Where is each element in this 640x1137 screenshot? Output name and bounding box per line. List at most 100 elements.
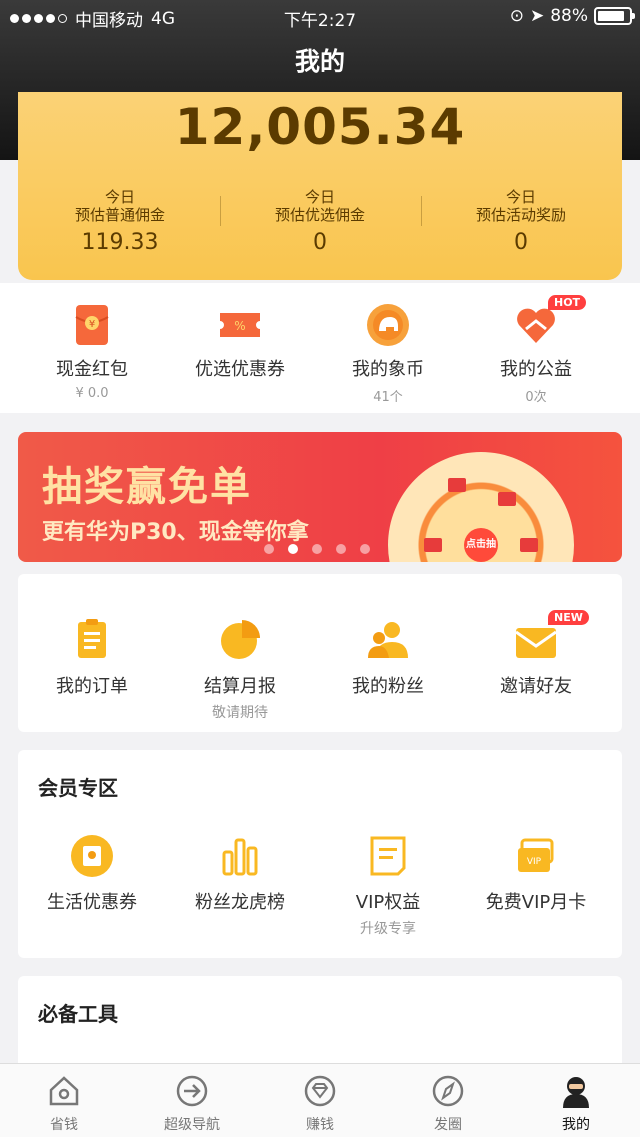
bar-rank-icon bbox=[218, 834, 262, 878]
member-card: 会员专区 生活优惠券 粉丝龙虎榜 VIP权益 升级专享 VIP 免费VIP月卡 bbox=[18, 750, 622, 958]
item-label: 粉丝龙虎榜 bbox=[195, 892, 285, 913]
earnings-col-value: 0 bbox=[313, 230, 327, 255]
svg-text:%: % bbox=[234, 319, 245, 333]
section-title: 会员专区 bbox=[38, 776, 118, 800]
prize-segment bbox=[520, 538, 538, 552]
earnings-col-line1: 今日 bbox=[304, 188, 335, 206]
earnings-col-line2: 预估活动奖励 bbox=[475, 206, 566, 224]
quick-label: 我的象币 bbox=[352, 359, 424, 380]
heart-hand-icon: HOT bbox=[514, 295, 587, 347]
quick-sub: 41个 bbox=[373, 390, 403, 405]
elephant-coin-icon bbox=[366, 303, 410, 347]
tab-label: 省钱 bbox=[50, 1117, 78, 1133]
pie-chart-icon bbox=[218, 618, 262, 662]
quick-coupon[interactable]: % 优选优惠券 bbox=[166, 297, 314, 381]
earnings-col-value: 119.33 bbox=[81, 230, 159, 255]
quick-sub: ¥ 0.0 bbox=[75, 386, 109, 401]
earnings-col-activity[interactable]: 今日 预估活动奖励 0 bbox=[421, 188, 621, 255]
life-coupon[interactable]: 生活优惠券 bbox=[18, 834, 166, 914]
tab-label: 赚钱 bbox=[306, 1117, 334, 1133]
tab-label: 超级导航 bbox=[164, 1117, 220, 1133]
tab-navigation[interactable]: 超级导航 bbox=[128, 1074, 256, 1134]
item-label: 邀请好友 bbox=[500, 676, 572, 697]
quick-charity[interactable]: HOT 我的公益 0次 bbox=[462, 295, 610, 405]
earnings-col-value: 0 bbox=[514, 230, 528, 255]
pager-dot[interactable] bbox=[336, 544, 346, 554]
status-bar: 中国移动 4G 下午2:27 ⊙ ➤ 88% bbox=[0, 0, 640, 34]
tools-card: 必备工具 bbox=[18, 976, 622, 1076]
item-sub: 升级专享 bbox=[360, 921, 416, 937]
invite-friends[interactable]: NEW 邀请好友 bbox=[462, 610, 610, 698]
vip-card-icon: VIP bbox=[514, 834, 558, 878]
banner-pager bbox=[264, 544, 370, 554]
tab-label: 发圈 bbox=[434, 1117, 462, 1133]
pager-dot-active[interactable] bbox=[288, 544, 298, 554]
quick-sub: 0次 bbox=[525, 390, 547, 405]
monthly-report[interactable]: 结算月报 敬请期待 bbox=[166, 618, 314, 722]
prize-segment bbox=[448, 478, 466, 492]
tab-earn[interactable]: 赚钱 bbox=[256, 1074, 384, 1134]
item-label: 免费VIP月卡 bbox=[485, 892, 587, 913]
avatar-icon bbox=[559, 1074, 593, 1108]
pager-dot[interactable] bbox=[360, 544, 370, 554]
earnings-card[interactable]: 12,005.34 今日 预估普通佣金 119.33 今日 预估优选佣金 0 今… bbox=[18, 92, 622, 280]
tab-save[interactable]: 省钱 bbox=[0, 1074, 128, 1134]
svg-text:VIP: VIP bbox=[527, 857, 542, 867]
diamond-icon bbox=[303, 1074, 337, 1108]
svg-text:¥: ¥ bbox=[89, 319, 95, 330]
page-title: 我的 bbox=[294, 47, 345, 76]
prize-segment bbox=[498, 492, 516, 506]
invite-envelope-icon: NEW bbox=[514, 610, 589, 662]
earnings-col-line2: 预估普通佣金 bbox=[74, 206, 165, 224]
arrow-circle-icon bbox=[175, 1074, 209, 1108]
lottery-banner[interactable]: 抽奖赢免单 更有华为P30、现金等你拿 点击抽奖 bbox=[18, 432, 622, 562]
coupon-icon: % bbox=[218, 303, 262, 347]
item-sub: 敬请期待 bbox=[212, 705, 268, 721]
quick-cash-envelope[interactable]: ¥ 现金红包 ¥ 0.0 bbox=[18, 297, 166, 401]
lottery-wheel-icon: 点击抽奖 bbox=[388, 452, 574, 562]
earnings-col-line1: 今日 bbox=[104, 188, 135, 206]
earnings-col-preferred[interactable]: 今日 预估优选佣金 0 bbox=[220, 188, 420, 255]
new-badge: NEW bbox=[548, 610, 589, 625]
my-fans[interactable]: 我的粉丝 bbox=[314, 618, 462, 698]
pager-dot[interactable] bbox=[264, 544, 274, 554]
quick-label: 优选优惠券 bbox=[195, 359, 285, 380]
tab-moments[interactable]: 发圈 bbox=[384, 1074, 512, 1134]
compass-icon bbox=[431, 1074, 465, 1108]
vip-doc-icon bbox=[366, 834, 410, 878]
pager-dot[interactable] bbox=[312, 544, 322, 554]
quick-label: 现金红包 bbox=[56, 359, 128, 380]
section-title: 必备工具 bbox=[38, 1002, 118, 1026]
life-coupon-icon bbox=[70, 834, 114, 878]
earnings-col-normal[interactable]: 今日 预估普通佣金 119.33 bbox=[20, 188, 220, 255]
earnings-col-line2: 预估优选佣金 bbox=[274, 206, 365, 224]
quick-actions: ¥ 现金红包 ¥ 0.0 % 优选优惠券 我的象币 41个 HOT 我的公益 0… bbox=[0, 283, 640, 413]
item-label: 我的订单 bbox=[56, 676, 128, 697]
my-orders[interactable]: 我的订单 bbox=[18, 618, 166, 698]
red-envelope-icon: ¥ bbox=[70, 303, 114, 347]
banner-subtitle: 更有华为P30、现金等你拿 bbox=[42, 520, 309, 545]
quick-label: 我的公益 bbox=[500, 359, 572, 380]
prize-segment bbox=[424, 538, 442, 552]
battery-percent: 88% bbox=[550, 6, 588, 26]
home-icon bbox=[47, 1074, 81, 1108]
fans-icon bbox=[366, 618, 410, 662]
earnings-col-line1: 今日 bbox=[505, 188, 536, 206]
tab-label: 我的 bbox=[562, 1117, 590, 1133]
location-icon: ➤ bbox=[529, 6, 545, 26]
lock-rotation-icon: ⊙ bbox=[509, 6, 524, 26]
battery-icon bbox=[594, 7, 635, 25]
fans-ranking[interactable]: 粉丝龙虎榜 bbox=[166, 834, 314, 914]
item-label: 结算月报 bbox=[204, 676, 276, 697]
free-vip-card[interactable]: VIP 免费VIP月卡 bbox=[462, 834, 610, 914]
vip-rights[interactable]: VIP权益 升级专享 bbox=[314, 834, 462, 938]
tab-mine[interactable]: 我的 bbox=[512, 1074, 640, 1134]
wheel-center-button[interactable]: 点击抽奖 bbox=[464, 528, 498, 562]
item-label: 生活优惠券 bbox=[47, 892, 137, 913]
item-label: VIP权益 bbox=[355, 892, 421, 913]
orders-card: 我的订单 结算月报 敬请期待 我的粉丝 NEW 邀请好友 bbox=[18, 574, 622, 732]
bottom-tab-bar: 省钱 超级导航 赚钱 发圈 我的 bbox=[0, 1063, 640, 1137]
total-earnings: 12,005.34 bbox=[174, 98, 466, 156]
quick-elephant-coin[interactable]: 我的象币 41个 bbox=[314, 297, 462, 405]
order-list-icon bbox=[70, 618, 114, 662]
